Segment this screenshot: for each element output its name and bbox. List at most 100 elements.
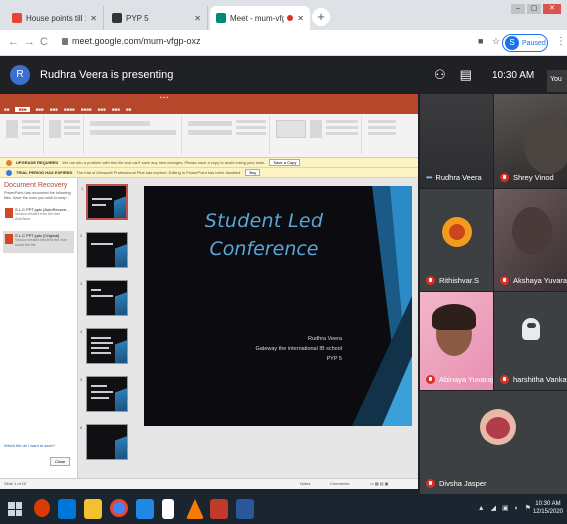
chat-icon[interactable]: ▤ xyxy=(460,67,472,83)
slide-thumbnail[interactable]: 1 xyxy=(81,184,128,220)
ribbon-tab-transitions[interactable]: ■■■■ xyxy=(64,107,75,112)
slide-thumbnail[interactable]: 3 xyxy=(80,280,128,316)
participant-name: Divsha Jasper xyxy=(426,479,487,488)
windows-taskbar: ▲ ◢ ▣ ◐ ⚑ 10:30 AM 12/15/2020 xyxy=(0,494,567,524)
chrome-icon[interactable] xyxy=(110,499,128,517)
close-window-button[interactable]: ✕ xyxy=(543,4,561,14)
participant-name: Abinaya Yuvaraj xyxy=(426,375,493,384)
save-copy-button[interactable]: Save a Copy xyxy=(269,159,301,166)
document-recovery-pane: Document Recovery PowerPoint has recover… xyxy=(0,178,78,478)
powerpoint-icon[interactable] xyxy=(210,499,228,519)
ribbon-tab-home[interactable]: ■■■ xyxy=(15,106,30,112)
slide-thumbnail[interactable]: 2 xyxy=(80,232,128,268)
warning-label: UPGRADE REQUIRED xyxy=(16,160,59,165)
presenting-text: Rudhra Veera is presenting xyxy=(40,69,174,81)
recovery-title: Document Recovery xyxy=(4,182,68,189)
tab-pyp5[interactable]: PYP 5 ✕ xyxy=(106,6,208,30)
ribbon-tab-animations[interactable]: ■■■■ xyxy=(81,107,92,112)
minimize-button[interactable]: – xyxy=(511,4,525,14)
trial-warning-bar: TRIAL PERIOD HAS EXPIRED The trial of Mi… xyxy=(0,168,418,178)
slide-accent-graphic xyxy=(352,186,412,426)
participant-tile[interactable]: Rithishvar.S xyxy=(420,189,493,291)
star-icon[interactable]: ☆ xyxy=(492,36,500,47)
participant-name: ••• Rudhra Veera xyxy=(426,173,482,182)
profile-status: Paused xyxy=(522,39,546,47)
participant-tile[interactable]: ••• Rudhra Veera xyxy=(420,94,493,188)
browser-tab-strip: House points till 11th December ✕ PYP 5 … xyxy=(0,0,567,30)
muted-mic-icon xyxy=(500,173,509,182)
participant-tile[interactable]: Abinaya Yuvaraj xyxy=(420,292,493,390)
close-tab-icon[interactable]: ✕ xyxy=(297,14,304,23)
muted-mic-icon xyxy=(500,375,509,384)
muted-mic-icon xyxy=(426,276,435,285)
people-icon[interactable]: ⚇ xyxy=(434,67,446,83)
meet-top-bar: ⚇ ▤ 10:30 AM You xyxy=(420,56,567,94)
recovered-file-item[interactable]: S.L.C PPT.pptx [AutoRecove... Version cr… xyxy=(3,205,74,227)
menu-icon[interactable]: ⋮ xyxy=(556,36,566,47)
url-field[interactable]: meet.google.com/mum-vfgp-oxz xyxy=(72,36,201,46)
close-tab-icon[interactable]: ✕ xyxy=(90,14,97,23)
slide-grade: PYP 5 xyxy=(326,356,343,362)
participant-tile[interactable]: Divsha Jasper xyxy=(420,391,567,494)
shared-screen: ▪ ▪ ▪ ■■ ■■■ ■■■ ■■■ ■■■■ ■■■■ ■■■ ■■■ ■… xyxy=(0,94,418,489)
ie-icon[interactable] xyxy=(58,499,76,519)
slide-title-line1: Student Led xyxy=(204,210,324,232)
file-explorer-icon[interactable] xyxy=(84,499,102,519)
notes-button[interactable]: Notes xyxy=(300,481,310,486)
ppt-workspace: Document Recovery PowerPoint has recover… xyxy=(0,178,418,478)
ribbon-tab-review[interactable]: ■■■ xyxy=(112,107,120,112)
participant-tile[interactable]: harshitha Vankama... xyxy=(494,292,567,390)
opera-icon[interactable] xyxy=(34,499,50,517)
recovery-help-link[interactable]: Which file do I want to save? xyxy=(4,443,55,448)
tab-meet[interactable]: Meet - mum-vfgp-oxz ✕ xyxy=(210,6,310,30)
reload-icon[interactable]: C xyxy=(40,36,48,48)
forward-icon[interactable]: → xyxy=(24,36,35,48)
taskbar-clock[interactable]: 10:30 AM 12/15/2020 xyxy=(533,500,563,516)
comments-button[interactable]: Comments xyxy=(330,481,349,486)
pptx-file-icon xyxy=(5,208,13,218)
view-buttons[interactable]: ▭ ▦ ▤ ▣ xyxy=(370,481,388,486)
maximize-button[interactable]: ▢ xyxy=(527,4,541,14)
media-player-icon[interactable] xyxy=(136,499,154,519)
back-icon[interactable]: ← xyxy=(8,36,19,48)
new-tab-button[interactable]: + xyxy=(312,8,330,26)
ribbon-group-clipboard xyxy=(2,116,44,154)
ribbon-tab-slideshow[interactable]: ■■■ xyxy=(98,107,106,112)
participant-tile[interactable]: Shrey Vinod xyxy=(494,94,567,188)
start-button[interactable] xyxy=(8,502,22,516)
slide-thumbnail[interactable]: 5 xyxy=(80,376,128,412)
system-tray[interactable]: ▲ ◢ ▣ ◐ ⚑ xyxy=(478,504,533,512)
muted-mic-icon xyxy=(426,479,435,488)
participant-name: Akshaya Yuvaraj xyxy=(500,276,567,285)
ribbon-tab-view[interactable]: ■■ xyxy=(126,107,131,112)
ribbon-tab-file[interactable]: ■■ xyxy=(4,107,9,112)
word-icon[interactable] xyxy=(236,499,254,519)
recovery-description: PowerPoint has recovered the following f… xyxy=(4,191,71,200)
camera-icon[interactable]: ■ xyxy=(478,36,483,46)
meet-clock: 10:30 AM xyxy=(491,69,535,81)
warning-text: We ran into a problem with this file and… xyxy=(62,160,266,165)
vlc-icon[interactable] xyxy=(186,499,204,519)
meet-icon xyxy=(216,13,226,23)
slide-author: Rudhra Veera xyxy=(308,336,342,342)
document-icon[interactable] xyxy=(162,499,174,519)
ribbon-group-paragraph xyxy=(184,116,270,154)
ppt-ribbon xyxy=(0,114,418,158)
close-tab-icon[interactable]: ✕ xyxy=(194,14,201,23)
among-us-avatar-icon xyxy=(522,318,540,340)
ribbon-group-slides xyxy=(46,116,84,154)
pptx-file-icon xyxy=(5,234,13,244)
participant-tile[interactable]: Akshaya Yuvaraj xyxy=(494,189,567,291)
ribbon-tab-insert[interactable]: ■■■ xyxy=(36,107,44,112)
recording-dot-icon xyxy=(287,15,294,21)
lock-icon xyxy=(62,38,68,45)
slide-thumbnail[interactable]: 4 xyxy=(80,328,128,364)
ppt-window-title: ▪ ▪ ▪ xyxy=(160,95,169,101)
ribbon-tab-design[interactable]: ■■■ xyxy=(50,107,58,112)
slide-thumbnail[interactable]: 6 xyxy=(80,424,128,460)
profile-button[interactable]: S Paused xyxy=(502,34,548,52)
recovery-close-button[interactable]: Close xyxy=(50,457,71,466)
recovered-file-item[interactable]: S.L.C PPT.pptx [Original] Version create… xyxy=(3,231,74,253)
buy-button[interactable]: Buy xyxy=(245,169,261,176)
tab-house-points[interactable]: House points till 11th December ✕ xyxy=(6,6,104,30)
